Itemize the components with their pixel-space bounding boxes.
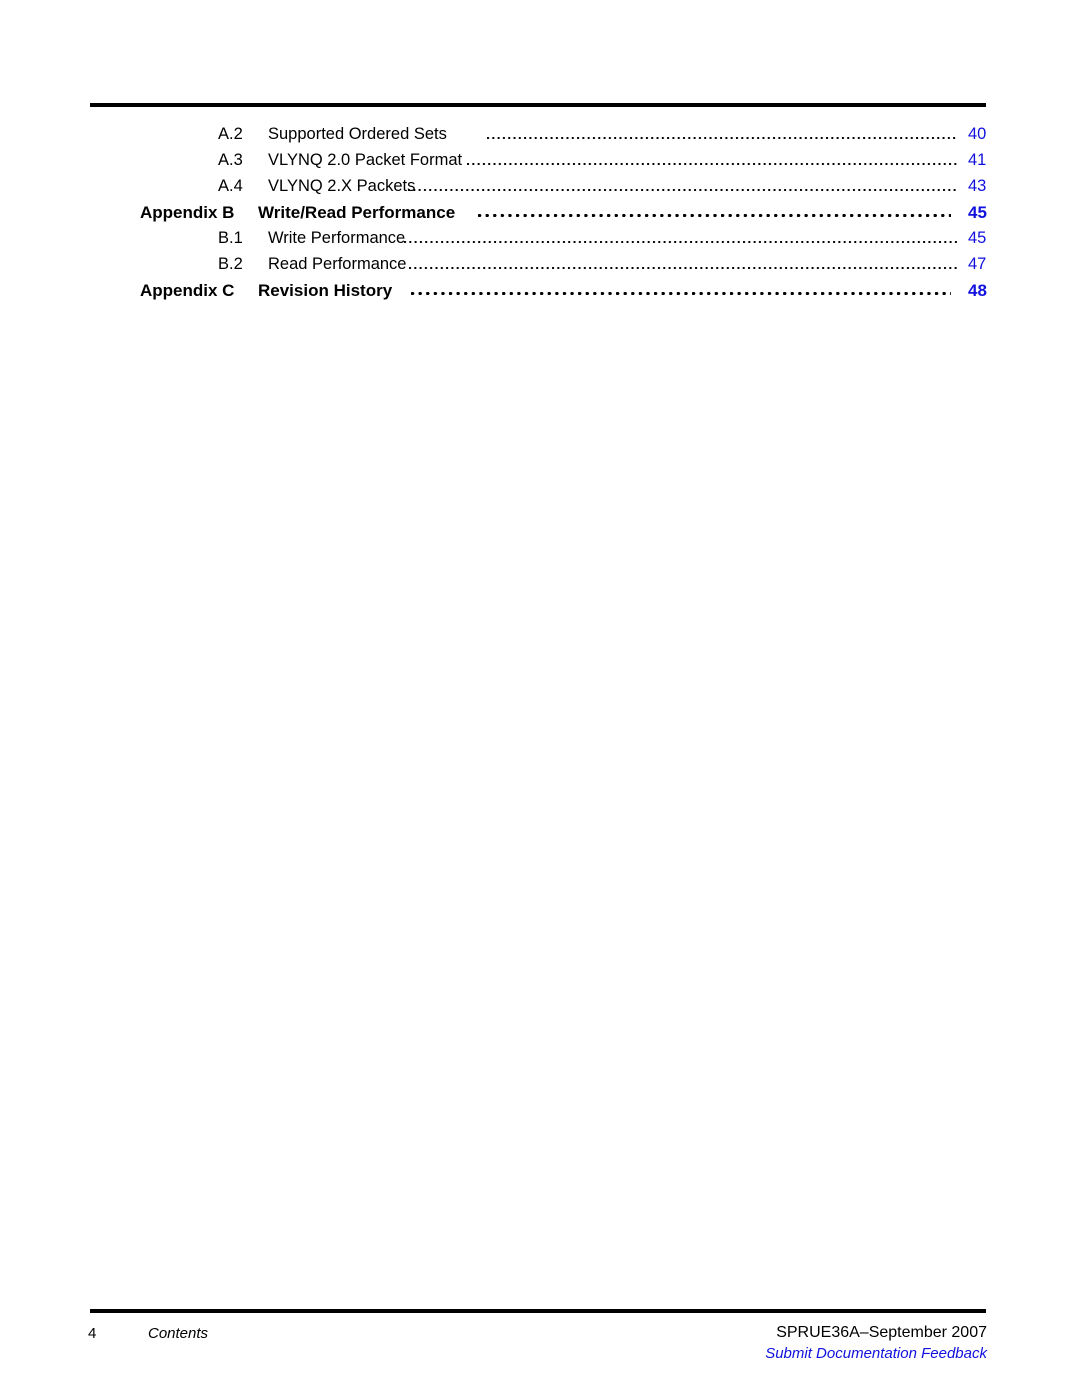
toc-entry-a4[interactable]: A.4 VLYNQ 2.X Packets 43 <box>0 176 1080 202</box>
toc-entry-page[interactable]: 47 <box>968 254 986 275</box>
toc-entry-a2[interactable]: A.2 Supported Ordered Sets 40 <box>0 124 1080 150</box>
toc-entry-appendix-c[interactable]: Appendix C Revision History 48 <box>0 280 1080 306</box>
dot-leader <box>478 202 951 223</box>
footer-rule <box>90 1309 986 1313</box>
header-rule <box>90 103 986 107</box>
toc-entry-page[interactable]: 40 <box>968 124 986 145</box>
toc-entry-page[interactable]: 43 <box>968 176 986 197</box>
toc-entry-title[interactable]: VLYNQ 2.X Packets <box>268 176 415 197</box>
toc-entry-number: B.2 <box>218 255 243 273</box>
document-page: A.2 Supported Ordered Sets 40 A.3 VLYNQ … <box>0 0 1080 1397</box>
toc-entry-b2[interactable]: B.2 Read Performance 47 <box>0 254 1080 280</box>
toc-entry-title[interactable]: Write Performance <box>268 228 405 249</box>
table-of-contents: A.2 Supported Ordered Sets 40 A.3 VLYNQ … <box>0 124 1080 306</box>
toc-entry-title[interactable]: Write/Read Performance <box>258 202 455 223</box>
footer-document-id: SPRUE36A–September 2007 <box>776 1324 987 1341</box>
toc-entry-appendix-b[interactable]: Appendix B Write/Read Performance 45 <box>0 202 1080 228</box>
dot-leader <box>411 280 951 301</box>
toc-entry-title[interactable]: Revision History <box>258 280 392 301</box>
toc-entry-a3[interactable]: A.3 VLYNQ 2.0 Packet Format 41 <box>0 150 1080 176</box>
toc-entry-number: Appendix C <box>140 281 235 300</box>
toc-entry-title[interactable]: Read Performance <box>268 254 407 275</box>
submit-documentation-feedback-link[interactable]: Submit Documentation Feedback <box>765 1345 987 1362</box>
dot-leader <box>467 150 957 171</box>
toc-entry-number: Appendix B <box>140 203 235 222</box>
toc-entry-number: A.4 <box>218 177 243 195</box>
dot-leader <box>404 228 957 249</box>
dot-leader <box>409 254 957 275</box>
footer-section-name: Contents <box>148 1325 209 1342</box>
toc-entry-b1[interactable]: B.1 Write Performance 45 <box>0 228 1080 254</box>
toc-entry-page[interactable]: 48 <box>968 280 987 301</box>
toc-entry-number: B.1 <box>218 229 243 247</box>
dot-leader <box>408 176 957 197</box>
toc-entry-page[interactable]: 45 <box>968 202 987 223</box>
dot-leader <box>487 124 957 145</box>
toc-entry-title[interactable]: VLYNQ 2.0 Packet Format <box>268 150 462 171</box>
toc-entry-page[interactable]: 41 <box>968 150 986 171</box>
toc-entry-page[interactable]: 45 <box>968 228 986 249</box>
toc-entry-number: A.3 <box>218 151 243 169</box>
toc-entry-number: A.2 <box>218 125 243 143</box>
footer-page-number: 4 <box>88 1325 97 1342</box>
toc-entry-title[interactable]: Supported Ordered Sets <box>268 124 447 145</box>
